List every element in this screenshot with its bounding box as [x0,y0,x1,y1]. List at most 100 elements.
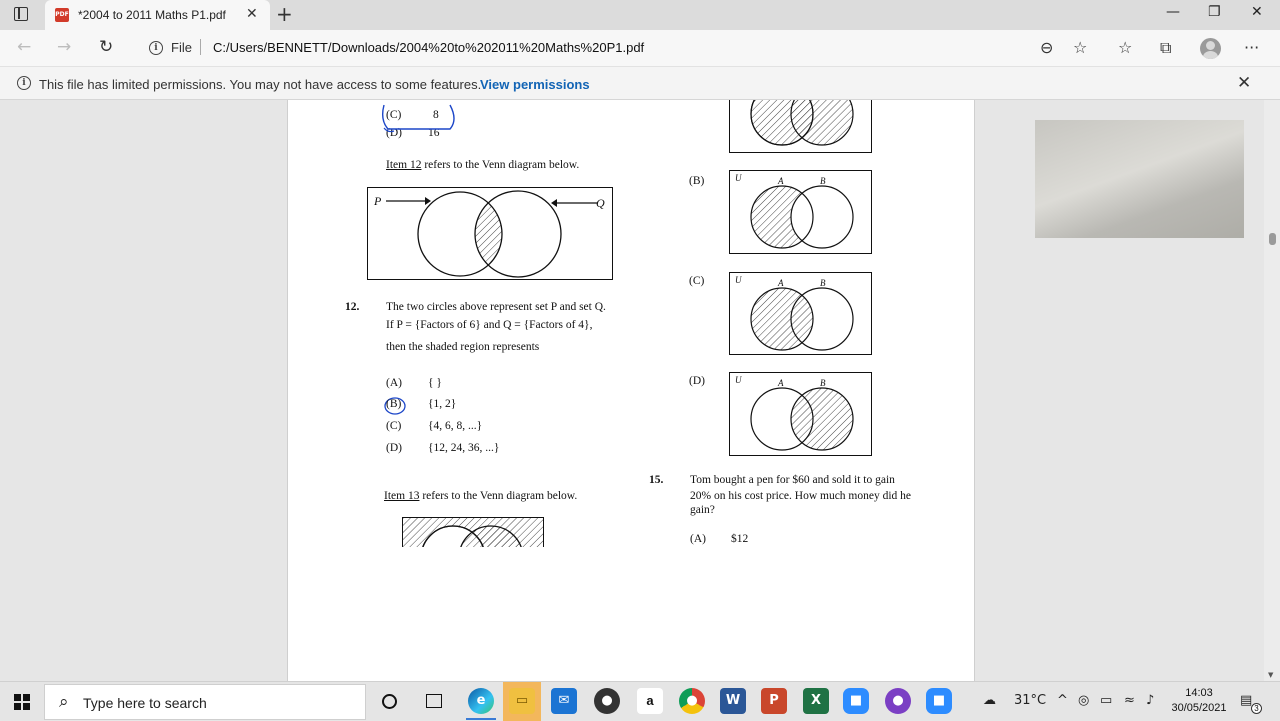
vertical-scrollbar[interactable]: ▲ ▼ [1264,100,1280,681]
add-favorite-icon[interactable]: ☆ [1073,38,1087,57]
forward-button[interactable]: → [57,37,71,57]
venn-d-label-a: A [778,378,784,388]
q12-text-line1: The two circles above represent set P an… [386,301,606,313]
new-tab-button[interactable]: + [276,2,293,26]
pdf-page: (C) 8 (D) 16 Item 12 refers to the Venn … [287,100,975,681]
clock-time: 14:03 [1185,687,1213,699]
q12-option-d-letter: (D) [386,442,402,454]
excel-icon[interactable]: X [803,688,829,714]
q15-number: 15. [649,474,664,486]
windows-taskbar: ⌕ Type here to search e ▭ ✉ ● a ● W P X … [0,681,1280,721]
q12-option-b-letter: (B) [386,398,402,410]
venn-option-a-diagram [729,100,872,153]
restore-button[interactable]: ❐ [1208,4,1221,20]
zoom-out-icon[interactable]: ⊖ [1040,38,1053,57]
collections-icon[interactable]: ⧉ [1160,38,1171,58]
more-menu-icon[interactable]: ··· [1244,38,1259,57]
q12-option-c-letter: (C) [386,420,402,432]
amazon-icon[interactable]: a [637,688,663,714]
q12-option-d-value: {12, 24, 36, ...} [428,442,500,454]
address-scheme-label: File [171,40,192,55]
weather-temperature[interactable]: 31°C [1014,693,1046,708]
tab-actions-icon[interactable] [14,7,28,21]
q15-text-line3: gain? [690,504,715,516]
venn-b-label-u: U [735,173,742,183]
volume-icon[interactable]: ♪ [1146,693,1154,708]
venn-option-b-diagram: U A B [729,170,872,254]
item12-reference: Item 12 refers to the Venn diagram below… [386,159,580,171]
address-bar-url[interactable]: C:/Users/BENNETT/Downloads/2004%20to%202… [213,40,644,55]
cortana-icon[interactable] [382,694,397,709]
permissions-infobar: i This file has limited permissions. You… [0,66,1280,100]
option-b-letter: (B) [689,175,705,187]
site-info-icon[interactable]: i [149,41,163,55]
venn12-label-p: P [374,194,382,208]
q12-text-line3: then the shaded region represents [386,341,540,353]
taskbar-search-box[interactable]: ⌕ Type here to search [44,684,366,720]
q15-text-line1: Tom bought a pen for $60 and sold it to … [690,474,895,486]
pdf-file-icon: PDF [55,8,69,22]
profile-avatar[interactable] [1200,38,1221,59]
active-tab[interactable]: PDF *2004 to 2011 Maths P1.pdf ✕ [45,0,270,30]
scrollbar-thumb[interactable] [1269,233,1276,245]
chrome-icon[interactable]: ● [679,688,705,714]
venn-b-label-a: A [778,176,784,186]
view-permissions-link[interactable]: View permissions [480,77,590,92]
show-hidden-icons[interactable]: ^ [1057,693,1068,708]
address-toolbar: ← → ↻ i File C:/Users/BENNETT/Downloads/… [0,30,1280,66]
venn-diagram-12: P Q [367,187,613,280]
venn-d-label-u: U [735,375,742,385]
media-icon[interactable]: ● [594,688,620,714]
q12-option-b-value: {1, 2} [428,398,457,410]
tab-strip: PDF *2004 to 2011 Maths P1.pdf ✕ + — ❐ ✕ [0,0,1280,30]
back-button[interactable]: ← [17,37,31,57]
scroll-down-icon[interactable]: ▼ [1268,671,1273,679]
venn-option-d-diagram: U A B [729,372,872,456]
infobar-close-icon[interactable]: ✕ [1237,73,1251,93]
webcam-overlay [1035,120,1244,238]
refresh-button[interactable]: ↻ [99,37,113,57]
pdf-viewer[interactable]: (C) 8 (D) 16 Item 12 refers to the Venn … [0,100,1280,681]
notification-count-badge: 3 [1251,703,1262,714]
mail-icon[interactable]: ✉ [551,688,577,714]
word-icon[interactable]: W [720,688,746,714]
search-icon: ⌕ [59,692,69,712]
venn-c-label-u: U [735,275,742,285]
page-blank-area [288,547,974,681]
clock-date: 30/05/2021 [1171,702,1227,714]
venn12-label-q: Q [596,196,605,210]
battery-icon[interactable]: ▭ [1100,693,1112,708]
edge-taskbar-icon[interactable]: e [468,688,494,714]
close-window-button[interactable]: ✕ [1251,4,1263,20]
powerpoint-icon[interactable]: P [761,688,787,714]
meet-now-icon[interactable]: ◎ [1078,693,1089,708]
q15-option-a-value: $12 [731,533,749,545]
wifi-icon[interactable]: ≈ [1124,693,1135,708]
task-view-icon[interactable] [426,694,442,708]
favorites-icon[interactable]: ☆ [1118,38,1132,57]
q12-number: 12. [345,301,360,313]
q12-text-line2: If P = {Factors of 6} and Q = {Factors o… [386,319,593,331]
venn-d-label-b: B [820,378,826,388]
venn-option-c-diagram: U A B [729,272,872,355]
address-divider [200,39,201,55]
search-placeholder: Type here to search [83,695,207,711]
zoom-icon[interactable]: ■ [843,688,869,714]
file-explorer-icon[interactable]: ▭ [509,688,535,714]
q15-option-a-letter: (A) [690,533,706,545]
tab-close-icon[interactable]: ✕ [246,6,258,22]
option-d-letter: (D) [689,375,705,387]
q12-option-a-letter: (A) [386,377,402,389]
option-c-letter: (C) [689,275,705,287]
venn-c-label-b: B [820,278,826,288]
venn-c-label-a: A [778,278,784,288]
permissions-message: This file has limited permissions. You m… [39,77,482,92]
q12-option-a-value: { } [428,377,442,389]
minimize-button[interactable]: — [1166,4,1180,20]
zoom-meetings-icon[interactable]: ■ [926,688,952,714]
venn-b-label-b: B [820,176,826,186]
windows-start-icon[interactable] [14,694,30,710]
weather-icon[interactable]: ☁ [983,693,996,708]
app-icon[interactable]: ● [885,688,911,714]
taskbar-clock[interactable]: 14:03 30/05/2021 [1169,686,1229,716]
